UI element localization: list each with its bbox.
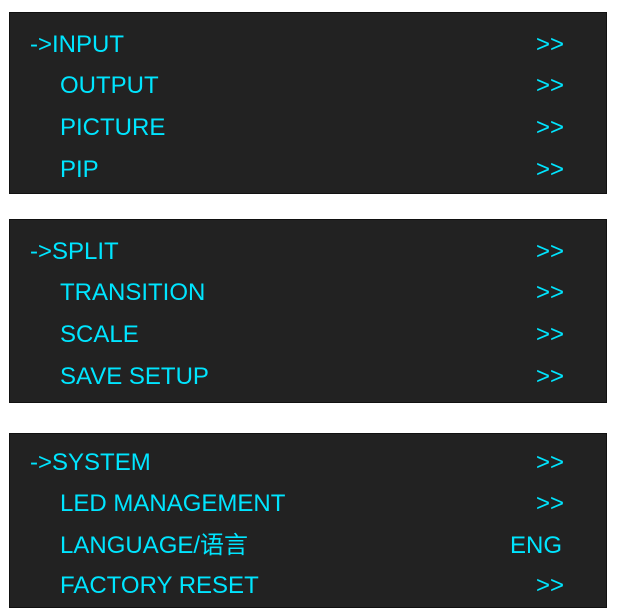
menu-item-input[interactable]: ->INPUT >> [10,24,606,66]
menu-item-split[interactable]: ->SPLIT >> [10,231,606,273]
language-value: ENG [509,532,562,559]
menu-item-label: SAVE SETUP [60,363,209,390]
menu-item-label: LED MANAGEMENT [60,490,286,517]
menu-item-label: ->SPLIT [30,238,119,265]
menu-item-label: OUTPUT [60,72,159,99]
menu-item-output[interactable]: OUTPUT >> [10,65,606,107]
menu-item-label: ->SYSTEM [30,449,151,476]
menu-item-label: TRANSITION [60,279,206,306]
menu-item-language[interactable]: LANGUAGE/语言 ENG [10,525,606,567]
menu-item-label: PICTURE [60,114,166,141]
menu-item-save-setup[interactable]: SAVE SETUP >> [10,356,606,398]
menu-item-label: SCALE [60,321,139,348]
submenu-arrow-icon: >> [535,449,564,476]
submenu-arrow-icon: >> [535,238,564,265]
submenu-arrow-icon: >> [535,363,564,390]
menu-item-led-management[interactable]: LED MANAGEMENT >> [10,483,606,525]
menu-item-factory-reset[interactable]: FACTORY RESET >> [10,565,606,607]
menu-item-system[interactable]: ->SYSTEM >> [10,442,606,484]
menu-item-label: LANGUAGE/语言 [60,532,249,559]
submenu-arrow-icon: >> [535,156,564,183]
menu-item-transition[interactable]: TRANSITION >> [10,272,606,314]
menu-item-scale[interactable]: SCALE >> [10,314,606,356]
submenu-arrow-icon: >> [535,31,564,58]
menu-item-label: FACTORY RESET [60,572,259,599]
menu-panel-main: ->INPUT >> OUTPUT >> PICTURE >> PIP >> [9,12,607,194]
menu-item-pip[interactable]: PIP >> [10,149,606,191]
submenu-arrow-icon: >> [535,321,564,348]
submenu-arrow-icon: >> [535,114,564,141]
submenu-arrow-icon: >> [535,72,564,99]
menu-item-label: ->INPUT [30,31,125,58]
menu-panel-system: ->SYSTEM >> LED MANAGEMENT >> LANGUAGE/语… [9,433,607,608]
menu-item-label: PIP [60,156,99,183]
submenu-arrow-icon: >> [535,572,564,599]
menu-panel-split: ->SPLIT >> TRANSITION >> SCALE >> SAVE S… [9,219,607,403]
submenu-arrow-icon: >> [535,490,564,517]
menu-item-picture[interactable]: PICTURE >> [10,107,606,149]
submenu-arrow-icon: >> [535,279,564,306]
